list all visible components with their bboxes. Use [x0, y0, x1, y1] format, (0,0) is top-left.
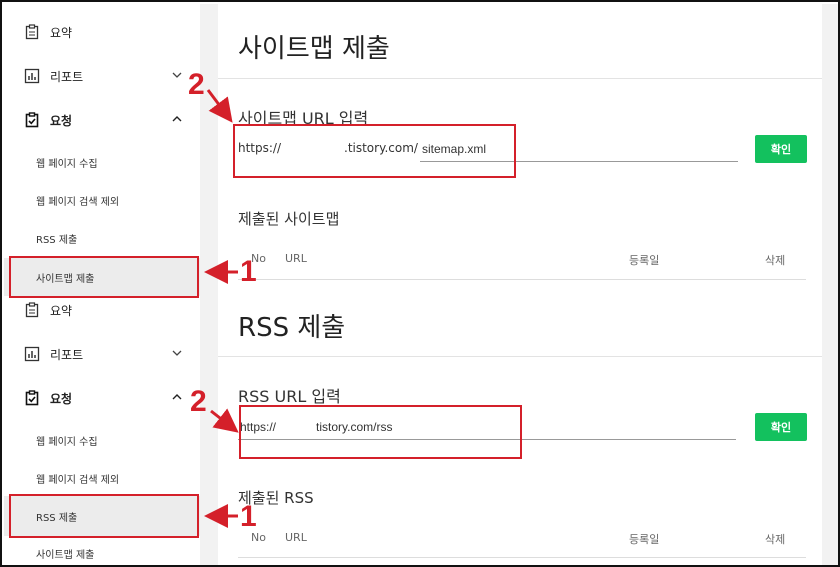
step-number-1: 1: [240, 255, 257, 288]
step-number-1: 1: [240, 500, 257, 533]
annotation-arrows: [204, 89, 239, 528]
arrow-down-right-icon: [206, 89, 233, 123]
step-number-2: 2: [190, 385, 207, 418]
step-number-2: 2: [188, 68, 205, 101]
screenshot-frame: 요약 리포트 요청 웹 페이지 수집 웹 페이지 검색 제외 RSS 제출 사이…: [0, 0, 840, 567]
arrow-down-right-icon: [210, 408, 239, 433]
